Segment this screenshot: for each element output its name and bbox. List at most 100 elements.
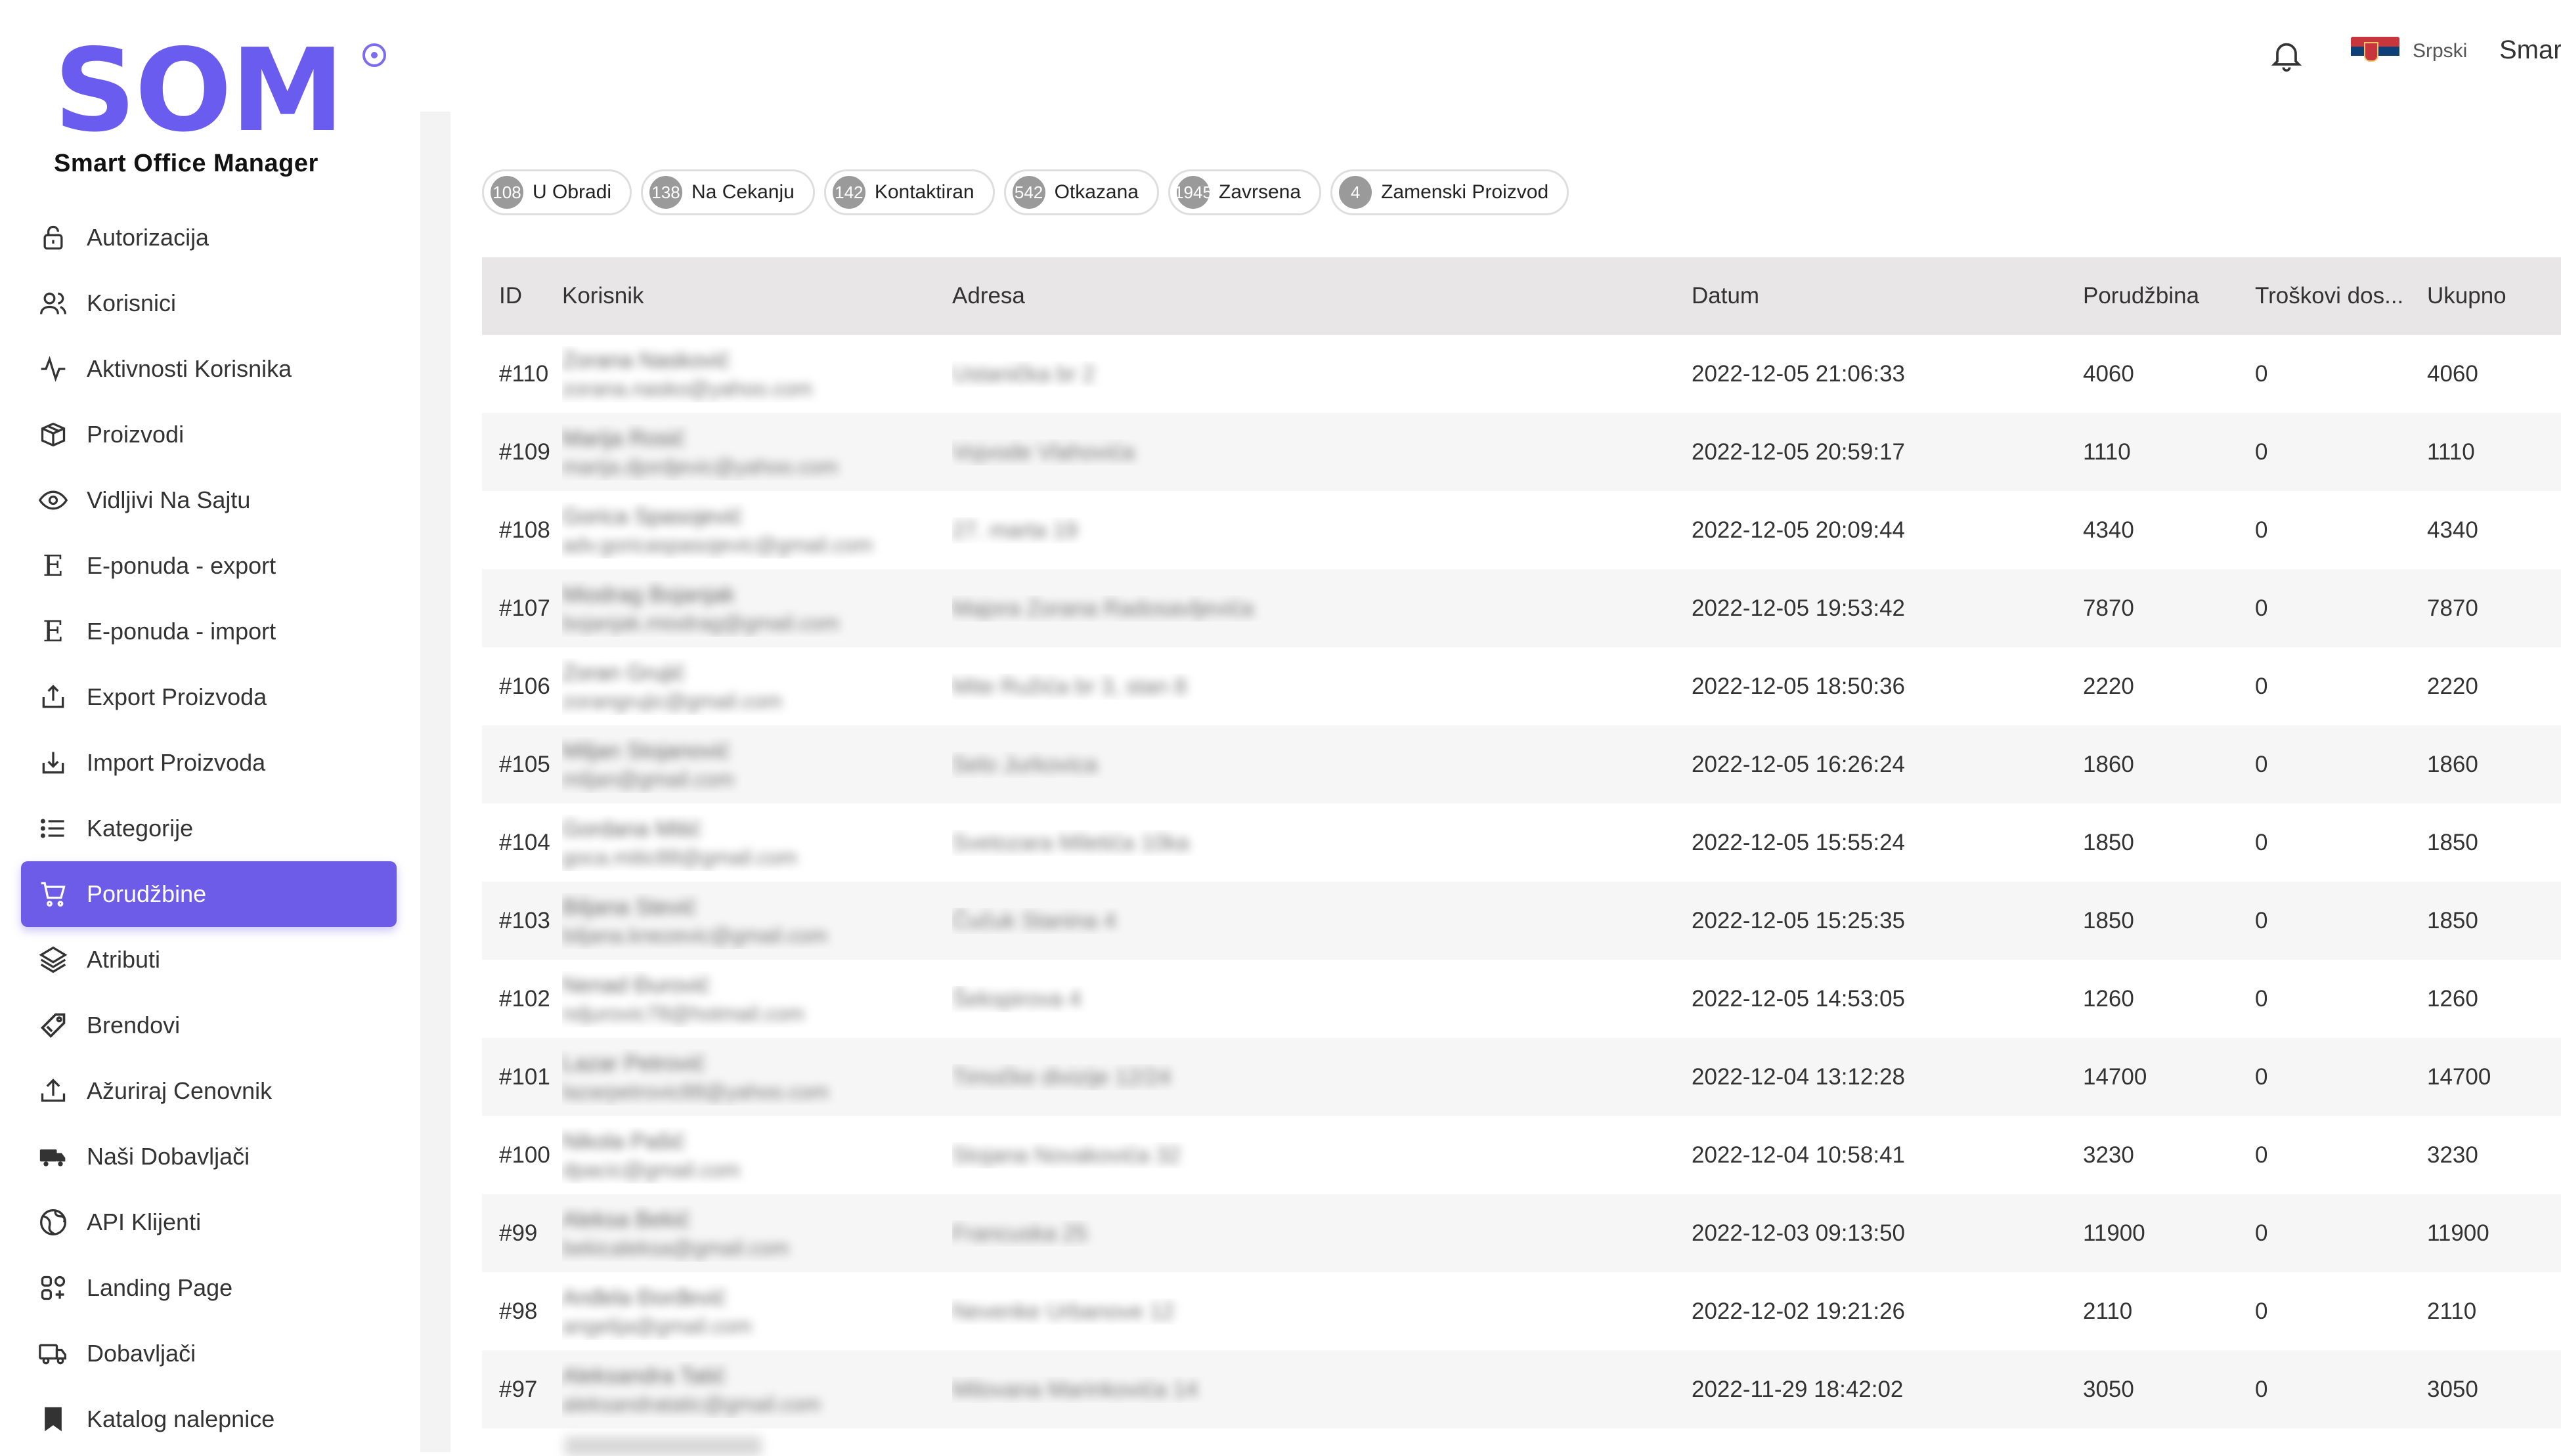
- table-row[interactable]: #102 Nenad Đurović ndjurovic78@hotmail.com…: [482, 960, 2561, 1038]
- order-total: 1850: [2427, 829, 2478, 855]
- sidebar-item-kategorije[interactable]: Kategorije: [21, 796, 397, 861]
- status-chip-na-cekanju[interactable]: 138 Na Cekanju: [641, 169, 815, 215]
- address-cell: 27. marta 19: [952, 517, 1692, 544]
- globe-icon: [38, 1207, 68, 1237]
- column-header-ukupno[interactable]: Ukupno: [2427, 283, 2558, 309]
- customer-cell: Zoran Grujić zorangrujic@gmail.com: [562, 658, 952, 715]
- address-text: Nevenke Urbanove 12: [952, 1298, 1175, 1324]
- order-date: 2022-12-04 13:12:28: [1692, 1063, 1905, 1090]
- column-header-adresa[interactable]: Adresa: [952, 283, 1692, 309]
- table-row[interactable]: #110 Zorana Nasković zorana.nasko@yahoo.co…: [482, 335, 2561, 413]
- sidebar-item-brendovi[interactable]: Brendovi: [21, 993, 397, 1058]
- column-header-troskovi-dostave[interactable]: Troškovi dos...: [2255, 283, 2427, 309]
- notifications-bell-icon[interactable]: [2268, 37, 2305, 74]
- column-header-korisnik[interactable]: Korisnik: [562, 283, 952, 309]
- sidebar-item-label: Dobavljači: [87, 1340, 196, 1367]
- order-amount: 2110: [2083, 1298, 2133, 1324]
- table-row[interactable]: #100 Nikola Pašić dpacic@gmail.com Stojana …: [482, 1116, 2561, 1194]
- customer-cell: Marija Rosić marija.djordjevic@yahoo.com: [562, 424, 952, 481]
- orders-table: ID Korisnik Adresa Datum Porudžbina Troš…: [482, 257, 2561, 1428]
- sidebar-item-nasi-dobavljaci[interactable]: Naši Dobavljači: [21, 1124, 397, 1189]
- column-header-porudzbina[interactable]: Porudžbina: [2083, 283, 2255, 309]
- sidebar-item-eponuda-import[interactable]: E E-ponuda - import: [21, 599, 397, 664]
- sidebar-item-api-klijenti[interactable]: API Klijenti: [21, 1189, 397, 1255]
- sidebar-item-landing-page[interactable]: Landing Page: [21, 1255, 397, 1321]
- status-chip-otkazana[interactable]: 542 Otkazana: [1003, 169, 1159, 215]
- status-chip-label: Zamenski Proizvod: [1381, 181, 1549, 203]
- language-label: Srpski: [2413, 40, 2468, 62]
- sidebar-item-porudzbine[interactable]: Porudžbine: [21, 861, 397, 927]
- table-row[interactable]: #108 Gorica Spasojević adv.goricaspasojevi…: [482, 491, 2561, 569]
- sidebar-item-autorizacija[interactable]: Autorizacija: [21, 205, 397, 270]
- sidebar-item-aktivnosti[interactable]: Aktivnosti Korisnika: [21, 336, 397, 402]
- sidebar-collapse-toggle[interactable]: [362, 43, 386, 67]
- table-row[interactable]: #104 Gordana Mitić goca.mitic88@gmail.com S…: [482, 803, 2561, 882]
- table-row[interactable]: #105 Miljan Stojanović miljan@gmail.com Sel…: [482, 725, 2561, 803]
- shipping-cost: 0: [2255, 985, 2268, 1012]
- box-icon: [38, 419, 68, 450]
- sidebar-nav: Autorizacija Korisnici Aktivnosti Korisn…: [21, 205, 397, 1452]
- table-row[interactable]: #107 Miodrag Bojanjak bojanjak.miodrag@gma…: [482, 569, 2561, 647]
- table-row[interactable]: #98 Anđela Đorđević angelija@gmail.com Neve…: [482, 1272, 2561, 1350]
- column-header-id[interactable]: ID: [482, 283, 562, 309]
- table-row[interactable]: #99 Aleksa Bekić bekicaleksa@gmail.com Fran…: [482, 1194, 2561, 1272]
- order-amount: 11900: [2083, 1220, 2145, 1246]
- sidebar-item-label: E-ponuda - import: [87, 618, 276, 645]
- order-total: 1260: [2427, 985, 2478, 1012]
- status-chip-u-obradi[interactable]: 108 U Obradi: [482, 169, 632, 215]
- table-row[interactable]: #97 Aleksandra Tatić aleksandratatic@gmail…: [482, 1350, 2561, 1428]
- table-row[interactable]: #101 Lazar Petrović lazarpetrovic88@yahoo.…: [482, 1038, 2561, 1116]
- address-cell: Ustanička br 2: [952, 361, 1692, 387]
- table-row[interactable]: #103 Biljana Stević biljana.knezevic@gmail…: [482, 882, 2561, 960]
- tag-icon: [38, 1010, 68, 1040]
- e-letter-icon: E: [42, 549, 64, 583]
- sidebar-item-atributi[interactable]: Atributi: [21, 927, 397, 993]
- customer-email: bojanjak.miodrag@gmail.com: [562, 610, 839, 635]
- customer-email: zorangrujic@gmail.com: [562, 689, 782, 713]
- activity-icon: [38, 354, 68, 384]
- order-amount: 14700: [2083, 1063, 2147, 1090]
- sidebar-item-label: Brendovi: [87, 1012, 181, 1038]
- address-cell: Čučuk Stanina 4: [952, 908, 1692, 934]
- order-total: 7870: [2427, 595, 2478, 621]
- sidebar-item-dobavljaci[interactable]: Dobavljači: [21, 1321, 397, 1386]
- address-text: Svetozara Miletića 10ka: [952, 830, 1189, 855]
- sidebar-item-label: Aktivnosti Korisnika: [87, 355, 292, 382]
- address-text: Šekspirova 4: [952, 986, 1082, 1012]
- shipping-cost: 0: [2255, 517, 2268, 543]
- sidebar-item-proizvodi[interactable]: Proizvodi: [21, 402, 397, 467]
- order-id: #103: [499, 907, 550, 933]
- sidebar-item-azuriraj-cenovnik[interactable]: Ažuriraj Cenovnik: [21, 1058, 397, 1124]
- column-header-datum[interactable]: Datum: [1692, 283, 2083, 309]
- table-row[interactable]: #106 Zoran Grujić zorangrujic@gmail.com Mit…: [482, 647, 2561, 725]
- sidebar-item-import-proizvoda[interactable]: Import Proizvoda: [21, 730, 397, 796]
- shipping-cost: 0: [2255, 829, 2268, 855]
- sidebar-item-korisnici[interactable]: Korisnici: [21, 270, 397, 336]
- brand-logo[interactable]: SOM Smart Office Manager: [54, 34, 344, 178]
- customer-email: aleksandratatic@gmail.com: [562, 1392, 821, 1416]
- order-id: #110: [499, 360, 549, 387]
- order-date: 2022-12-05 14:53:05: [1692, 985, 1905, 1012]
- sidebar-item-eponuda-export[interactable]: E E-ponuda - export: [21, 533, 397, 599]
- table-row[interactable]: #109 Marija Rosić marija.djordjevic@yahoo.…: [482, 413, 2561, 491]
- sidebar-item-vidljivi[interactable]: Vidljivi Na Sajtu: [21, 467, 397, 533]
- status-chip-kontaktiran[interactable]: 142 Kontaktiran: [823, 169, 995, 215]
- user-menu[interactable]: Smart: [2499, 35, 2561, 65]
- order-total: 14700: [2427, 1063, 2491, 1090]
- customer-cell: Miodrag Bojanjak bojanjak.miodrag@gmail.c…: [562, 580, 952, 637]
- status-chip-zamenski-proizvod[interactable]: 4 Zamenski Proizvod: [1330, 169, 1569, 215]
- sidebar-item-katalog-nalepnice[interactable]: Katalog nalepnice: [21, 1386, 397, 1452]
- status-chip-zavrsena[interactable]: 1945 Zavrsena: [1168, 169, 1322, 215]
- sidebar-item-label: Landing Page: [87, 1274, 233, 1301]
- order-date: 2022-12-05 20:09:44: [1692, 517, 1905, 543]
- address-cell: Mite Ružića br 3, stan 8: [952, 674, 1692, 700]
- sidebar-item-export-proizvoda[interactable]: Export Proizvoda: [21, 664, 397, 730]
- address-cell: Šekspirova 4: [952, 986, 1692, 1012]
- address-cell: Nevenke Urbanove 12: [952, 1298, 1692, 1325]
- customer-name: Marija Rosić: [562, 425, 686, 451]
- status-count-badge: 142: [832, 176, 865, 209]
- language-selector[interactable]: Srpski: [2351, 37, 2467, 66]
- order-amount: 1850: [2083, 907, 2134, 933]
- customer-email: miljan@gmail.com: [562, 767, 734, 791]
- customer-cell: Zorana Nasković zorana.nasko@yahoo.com: [562, 346, 952, 402]
